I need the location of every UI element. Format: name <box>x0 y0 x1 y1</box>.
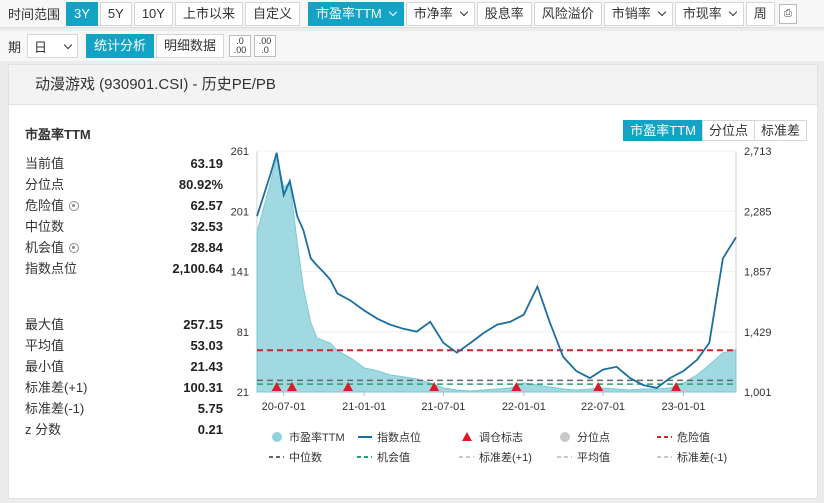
range-custom-button[interactable]: 自定义 <box>244 1 300 26</box>
decimal-increase-button[interactable]: .0.00 <box>229 35 252 57</box>
period-label: 期 <box>8 39 22 55</box>
legend-label: 市盈率TTM <box>289 430 345 444</box>
tab-risk-premium-label: 风险溢价 <box>541 5 594 21</box>
y-left-tick-label: 81 <box>237 327 249 339</box>
x-tick-label: 20-07-01 <box>262 401 306 413</box>
pe-ttm-area <box>256 156 737 393</box>
range-3y-button[interactable]: 3Y <box>66 1 98 26</box>
x-tick-label: 23-01-01 <box>661 401 705 413</box>
chevron-down-icon <box>657 7 667 17</box>
view-stats-button[interactable]: 统计分析 <box>86 34 155 58</box>
x-tick-label: 22-01-01 <box>502 401 546 413</box>
tab-week[interactable]: 周 <box>745 1 775 26</box>
y-left-tick-label: 141 <box>231 267 249 279</box>
tab-dividend-yield-label: 股息率 <box>484 5 524 21</box>
tab-pcf[interactable]: 市现率 <box>674 1 744 26</box>
y-left-tick-label: 261 <box>231 146 249 158</box>
decimal-decrease-bottom: .0 <box>261 45 269 55</box>
chevron-down-icon <box>728 7 738 17</box>
legend-label: 机会值 <box>377 450 410 464</box>
y-right-tick-label: 1,001 <box>744 387 772 399</box>
legend-label: 调仓标志 <box>479 430 523 444</box>
range-10y-button[interactable]: 10Y <box>133 1 173 26</box>
tab-week-label: 周 <box>753 5 767 21</box>
y-right-tick-label: 1,429 <box>744 327 772 339</box>
legend-label: 危险值 <box>677 430 710 444</box>
top-toolbar: 时间范围 3Y 5Y 10Y 上市以来 自定义 市盈率TTM 市净率 股息率 风… <box>0 0 824 28</box>
range-5y-button[interactable]: 5Y <box>99 1 132 26</box>
tab-risk-premium[interactable]: 风险溢价 <box>533 1 602 26</box>
period-value: 日 <box>34 39 48 55</box>
tab-pb-label: 市净率 <box>413 5 453 21</box>
legend-label: 标准差(+1) <box>479 450 532 464</box>
y-right-tick-label: 1,857 <box>744 267 772 279</box>
legend-label: 分位点 <box>577 430 610 444</box>
decimal-decrease-button[interactable]: .00.0 <box>254 35 277 57</box>
legend-swatch <box>272 432 282 442</box>
time-range-label: 时间范围 <box>8 7 61 22</box>
chevron-down-icon <box>388 7 397 17</box>
period-select[interactable]: 日 <box>27 34 79 58</box>
range-since-listing-button[interactable]: 上市以来 <box>174 1 243 26</box>
y-right-tick-label: 2,285 <box>744 206 772 218</box>
tab-ps[interactable]: 市销率 <box>603 1 673 26</box>
tab-pe-ttm[interactable]: 市盈率TTM <box>308 1 404 26</box>
chevron-down-icon <box>459 7 468 17</box>
view-detail-button[interactable]: 明细数据 <box>156 34 225 58</box>
legend-label: 指数点位 <box>377 430 421 444</box>
chevron-down-icon <box>63 40 73 49</box>
secondary-toolbar: 期 日 统计分析 明细数据 .0.00 .00.0 <box>0 31 824 61</box>
y-left-tick-label: 201 <box>231 206 249 218</box>
y-left-tick-label: 21 <box>237 387 249 399</box>
legend-label: 平均值 <box>577 451 610 464</box>
legend-label: 标准差(-1) <box>677 450 727 464</box>
legend-swatch <box>462 432 472 441</box>
tab-pcf-label: 市现率 <box>682 5 722 21</box>
valuation-panel: 动漫游戏 (930901.CSI) - 历史PE/PB 市盈率TTM 市盈率TT… <box>8 64 818 499</box>
legend-label: 中位数 <box>289 450 322 464</box>
rebalance-marker <box>593 382 604 391</box>
tab-pb[interactable]: 市净率 <box>405 1 475 26</box>
legend-swatch <box>560 432 570 442</box>
decimal-increase-bottom: .00 <box>233 45 247 55</box>
tab-ps-label: 市销率 <box>611 5 651 21</box>
tab-dividend-yield[interactable]: 股息率 <box>476 1 532 26</box>
x-tick-label: 21-07-01 <box>421 401 465 413</box>
x-tick-label: 22-07-01 <box>581 401 625 413</box>
tab-pe-ttm-label: 市盈率TTM <box>316 5 382 21</box>
export-icon[interactable]: ⎙ <box>778 3 797 24</box>
y-right-tick-label: 2,713 <box>744 146 772 158</box>
valuation-chart: 261 201 141 81 21 2,713 2,285 1,857 1,429 1,001 20… <box>231 146 772 464</box>
x-tick-label: 21-01-01 <box>342 401 386 413</box>
